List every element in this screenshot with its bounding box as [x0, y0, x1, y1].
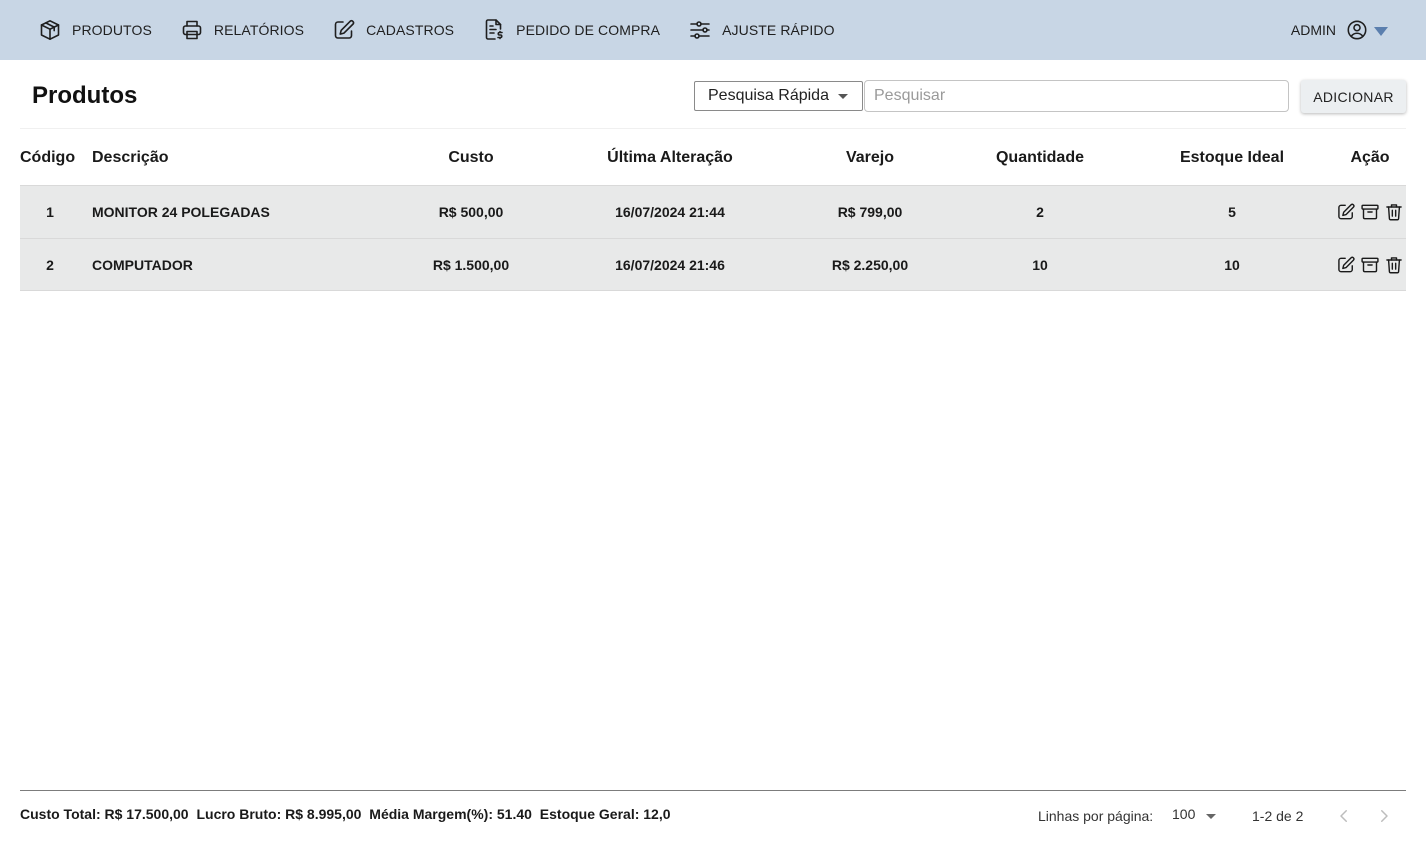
column-header-codigo[interactable]: Código: [20, 130, 80, 185]
edit-icon[interactable]: [1336, 202, 1356, 222]
trash-icon[interactable]: [1384, 255, 1404, 275]
cell-quantidade: 10: [1032, 257, 1048, 273]
pagination-range: 1-2 de 2: [1252, 808, 1304, 824]
archive-icon[interactable]: [1360, 255, 1380, 275]
column-header-custo[interactable]: Custo: [371, 130, 571, 185]
next-page-button[interactable]: [1372, 804, 1396, 828]
summary-media-margem: Média Margem(%): 51.40: [369, 806, 532, 822]
cell-estoque-ideal: 10: [1224, 257, 1240, 273]
archive-icon[interactable]: [1360, 202, 1380, 222]
search-mode-select[interactable]: Pesquisa Rápida: [694, 81, 863, 111]
chevron-left-icon: [1340, 810, 1347, 822]
search-input[interactable]: [864, 80, 1289, 112]
table-row[interactable]: 1 MONITOR 24 POLEGADAS R$ 500,00 16/07/2…: [20, 185, 1406, 238]
dropdown-arrow-icon: [1206, 814, 1216, 819]
search-mode-value: Pesquisa Rápida: [708, 87, 829, 104]
row-actions: [1332, 239, 1404, 291]
nav-item-relatorios[interactable]: RELATÓRIOS: [180, 18, 304, 42]
nav-item-produtos[interactable]: PRODUTOS: [38, 18, 152, 42]
rows-per-page-label: Linhas por página:: [1038, 808, 1154, 824]
chevron-right-icon: [1381, 810, 1388, 822]
nav-item-cadastros[interactable]: CADASTROS: [332, 18, 454, 42]
cell-quantidade: 2: [1036, 204, 1044, 220]
column-header-acao: Ação: [1350, 148, 1390, 166]
user-circle-icon: [1347, 20, 1367, 40]
printer-icon: [182, 20, 202, 40]
nav-label: PRODUTOS: [72, 22, 152, 38]
edit-icon: [334, 20, 355, 39]
cell-codigo: 2: [46, 257, 54, 273]
column-header-estoque-ideal[interactable]: Estoque Ideal: [1132, 130, 1332, 185]
package-icon: [40, 20, 60, 40]
summary-estoque-geral: Estoque Geral: 12,0: [539, 806, 671, 822]
edit-icon[interactable]: [1336, 255, 1356, 275]
rows-per-page-select[interactable]: 100: [1172, 806, 1218, 826]
nav-item-pedido-de-compra[interactable]: PEDIDO DE COMPRA: [482, 18, 660, 42]
cell-custo: R$ 500,00: [438, 204, 504, 220]
summary-custo-total: Custo Total: R$ 17.500,00: [20, 806, 189, 822]
page-title: Produtos: [32, 82, 138, 109]
nav-label: RELATÓRIOS: [213, 22, 305, 38]
top-navigation-bar: PRODUTOS RELATÓRIOS CADASTROS PEDIDO DE …: [0, 0, 1426, 60]
summary-totals: Custo Total: R$ 17.500,00 Lucro Bruto: R…: [20, 806, 675, 822]
cell-descricao: MONITOR 24 POLEGADAS: [92, 204, 270, 220]
table-body: 1 MONITOR 24 POLEGADAS R$ 500,00 16/07/2…: [20, 185, 1406, 291]
cell-codigo: 1: [46, 204, 54, 220]
table-header: Código Descrição Custo Última Alteração …: [20, 130, 1406, 185]
dropdown-arrow-icon: [838, 94, 848, 99]
user-menu[interactable]: ADMIN: [1291, 0, 1388, 60]
footer-divider: [20, 790, 1406, 791]
column-header-quantidade[interactable]: Quantidade: [940, 130, 1140, 185]
cell-descricao: COMPUTADOR: [92, 257, 193, 273]
column-header-ultima-alteracao[interactable]: Última Alteração: [570, 130, 770, 185]
trash-icon[interactable]: [1384, 202, 1404, 222]
sliders-icon: [690, 21, 710, 39]
divider: [20, 128, 1406, 129]
add-button[interactable]: ADICIONAR: [1301, 80, 1406, 113]
cell-custo: R$ 1.500,00: [432, 257, 510, 273]
nav-label: AJUSTE RÁPIDO: [722, 22, 835, 38]
nav-item-ajuste-rapido[interactable]: AJUSTE RÁPIDO: [688, 18, 835, 42]
chevron-down-icon: [1374, 26, 1388, 36]
table-row[interactable]: 2 COMPUTADOR R$ 1.500,00 16/07/2024 21:4…: [20, 238, 1406, 291]
rows-per-page-value: 100: [1172, 806, 1196, 822]
previous-page-button[interactable]: [1332, 804, 1356, 828]
summary-lucro-bruto: Lucro Bruto: R$ 8.995,00: [196, 806, 362, 822]
invoice-icon: [485, 19, 503, 40]
nav-label: PEDIDO DE COMPRA: [516, 22, 661, 38]
user-name: ADMIN: [1290, 22, 1336, 38]
cell-ultima-alteracao: 16/07/2024 21:44: [615, 204, 725, 220]
row-actions: [1332, 186, 1404, 238]
cell-estoque-ideal: 5: [1228, 204, 1236, 220]
cell-ultima-alteracao: 16/07/2024 21:46: [615, 257, 725, 273]
nav-label: CADASTROS: [366, 22, 455, 38]
main-nav: PRODUTOS RELATÓRIOS CADASTROS PEDIDO DE …: [38, 18, 863, 42]
column-header-descricao[interactable]: Descrição: [92, 130, 242, 185]
